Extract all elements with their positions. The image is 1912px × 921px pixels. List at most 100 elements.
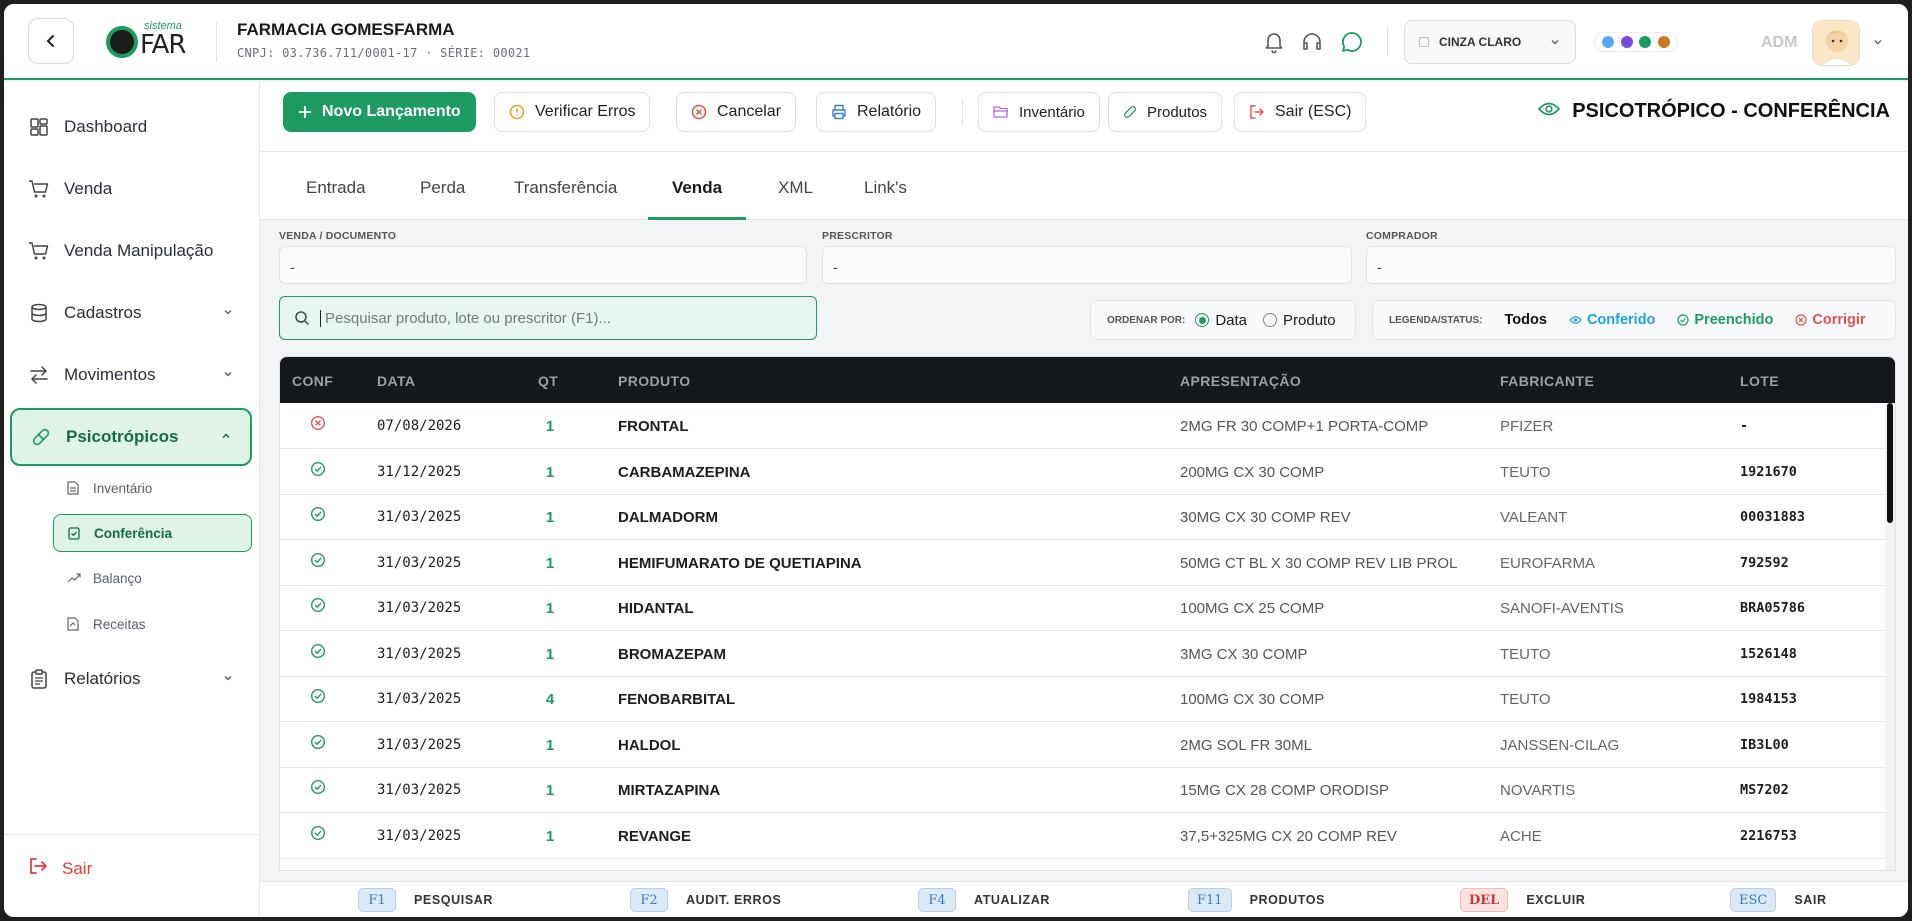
row-quantity: 1 — [545, 827, 555, 845]
new-entry-label: Novo Lançamento — [322, 103, 461, 120]
sidebar-subitem-conferencia[interactable]: Conferência — [53, 514, 252, 552]
theme-color-dot[interactable] — [1602, 36, 1615, 48]
scrollbar-thumb[interactable] — [1887, 403, 1893, 523]
table-row[interactable]: 31/12/2025 1 CARBAMAZEPINA 200MG CX 30 COMP… — [280, 449, 1886, 495]
shortcut-key: ESC — [1730, 888, 1777, 912]
row-status-icon[interactable] — [310, 643, 326, 663]
verify-errors-button[interactable]: Verificar Erros — [494, 92, 651, 132]
row-status-icon[interactable] — [310, 734, 326, 754]
row-status-icon[interactable] — [310, 825, 326, 845]
exit-button[interactable]: Sair (ESC) — [1234, 92, 1367, 132]
table-row[interactable]: 31/03/2025 1 BROMAZEPAM 3MG CX 30 COMP TEUTO… — [280, 631, 1886, 677]
legend-checked-filter[interactable]: Conferido — [1569, 312, 1655, 328]
row-product: HALDOL — [618, 736, 681, 754]
theme-select[interactable]: CINZA CLARO — [1404, 20, 1576, 64]
table-row[interactable]: 31/03/2025 1 HEMIFUMARATO DE QUETIAPINA 50M… — [280, 540, 1886, 586]
table-row[interactable]: 31/03/2025 1 MIRTAZAPINA 15MG CX 28 COMP OR… — [280, 767, 1886, 813]
shortcut-f1[interactable]: F1 PESQUISAR — [358, 888, 493, 912]
column-header-qt[interactable]: QT — [538, 373, 558, 389]
table-row[interactable]: 31/03/2025 1 DALMADORM 30MG CX 30 COMP REV V… — [280, 494, 1886, 540]
back-button[interactable] — [28, 18, 74, 64]
report-button[interactable]: Relatório — [816, 92, 937, 132]
check-circle-icon — [1677, 314, 1690, 326]
arrows-icon — [30, 366, 48, 384]
user-menu-chevron-icon[interactable] — [1872, 36, 1884, 48]
sidebar-subitem-inventario[interactable]: Inventário — [53, 470, 252, 506]
tab-links[interactable]: Link's — [864, 178, 907, 220]
column-header-data[interactable]: DATA — [377, 373, 415, 389]
order-product-radio[interactable] — [1263, 313, 1278, 327]
cancel-button[interactable]: Cancelar — [676, 92, 797, 132]
sidebar-item-psicotropicos[interactable]: Psicotrópicos — [10, 408, 252, 466]
row-status-icon[interactable] — [310, 552, 326, 572]
table-scrollbar[interactable] — [1885, 403, 1895, 870]
legend-filled-filter[interactable]: Preenchido — [1677, 312, 1773, 328]
shortcut-del[interactable]: DEL EXCLUIR — [1460, 888, 1585, 912]
sidebar-item-venda[interactable]: Venda — [10, 162, 252, 216]
row-date: 31/03/2025 — [377, 827, 462, 844]
column-header-produto[interactable]: PRODUTO — [618, 373, 691, 389]
row-date: 31/03/2025 — [377, 509, 462, 525]
legend-fix-filter[interactable]: Corrigir — [1795, 312, 1866, 328]
column-header-lote[interactable]: LOTE — [1740, 373, 1779, 389]
row-product: HIDANTAL — [618, 600, 694, 617]
chevron-down-icon — [1551, 39, 1559, 45]
row-status-icon[interactable] — [310, 461, 326, 481]
row-status-icon[interactable] — [310, 688, 326, 708]
shortcut-f2[interactable]: F2 AUDIT. ERROS — [630, 888, 781, 912]
theme-color-dot[interactable] — [1657, 36, 1670, 48]
sidebar-item-venda-manipulacao[interactable]: Venda Manipulação — [10, 224, 252, 278]
sidebar-item-cadastros[interactable]: Cadastros — [10, 286, 252, 340]
shortcut-f4[interactable]: F4 ATUALIZAR — [918, 888, 1050, 912]
sidebar-subitem-balanco[interactable]: Balanço — [53, 560, 252, 596]
row-quantity: 1 — [545, 418, 555, 435]
logo-text: FAR — [140, 30, 186, 60]
row-status-icon[interactable] — [310, 779, 326, 799]
search-input[interactable] — [320, 309, 790, 327]
table-row[interactable]: 31/03/2025 4 FENOBARBITAL 100MG CX 30 COMP T… — [280, 676, 1886, 722]
shortcut-f11[interactable]: F11 PRODUTOS — [1188, 888, 1325, 912]
logout-button[interactable]: Sair — [28, 856, 92, 881]
sidebar-item-relatorios[interactable]: Relatórios — [10, 652, 252, 706]
table-row[interactable]: 31/03/2025 1 HALDOL 2MG SOL FR 30ML JANSSEN-… — [280, 722, 1886, 768]
column-header-conf[interactable]: CONF — [292, 373, 333, 389]
table-row[interactable]: 31/03/2025 1 REVANGE 37,5+325MG CX 20 COMP … — [280, 813, 1886, 859]
row-status-icon[interactable] — [310, 415, 326, 435]
shortcut-esc[interactable]: ESC SAIR — [1730, 888, 1827, 912]
new-entry-button[interactable]: Novo Lançamento — [283, 92, 476, 132]
row-status-icon[interactable] — [310, 506, 326, 526]
printer-icon — [832, 104, 846, 120]
tab-transferencia[interactable]: Transferência — [514, 178, 617, 220]
avatar[interactable] — [1812, 20, 1860, 66]
table-row[interactable]: 07/08/2026 1 FRONTAL 2MG FR 30 COMP+1 PORTA… — [280, 403, 1886, 449]
buyer-field: - — [1366, 246, 1896, 284]
column-header-fabricante[interactable]: FABRICANTE — [1500, 373, 1594, 389]
sidebar-item-movimentos[interactable]: Movimentos — [10, 348, 252, 402]
tab-entrada[interactable]: Entrada — [306, 178, 366, 220]
tab-perda[interactable]: Perda — [420, 178, 465, 220]
chat-icon[interactable] — [1340, 30, 1364, 54]
alert-circle-icon — [509, 104, 525, 120]
cart-icon — [29, 242, 49, 260]
headset-icon[interactable] — [1300, 30, 1324, 54]
company-name: FARMACIA GOMESFARMA — [237, 20, 455, 39]
tab-venda[interactable]: Venda — [648, 178, 746, 220]
products-button[interactable]: Produtos — [1108, 92, 1223, 132]
plus-icon — [299, 106, 311, 118]
theme-color-dot[interactable] — [1620, 36, 1633, 48]
row-quantity: 1 — [545, 736, 555, 754]
bell-icon[interactable] — [1262, 30, 1286, 54]
sidebar-item-dashboard[interactable]: Dashboard — [10, 100, 252, 154]
products-table: CONF DATA QT PRODUTO APRESENTAÇÃO FABRIC… — [279, 356, 1896, 871]
row-status-icon[interactable] — [310, 597, 326, 617]
sidebar-subitem-receitas[interactable]: Receitas — [53, 606, 252, 642]
theme-color-dot[interactable] — [1639, 36, 1652, 48]
legend-all-filter[interactable]: Todos — [1505, 312, 1547, 328]
column-header-apresentacao[interactable]: APRESENTAÇÃO — [1180, 373, 1301, 389]
inventory-button[interactable]: Inventário — [978, 92, 1100, 132]
legend-label: LEGENDA/STATUS: — [1389, 314, 1483, 326]
tab-xml[interactable]: XML — [778, 178, 813, 220]
eye-icon — [1569, 316, 1582, 324]
table-row[interactable]: 31/03/2025 1 HIDANTAL 100MG CX 25 COMP SANOF… — [280, 585, 1886, 631]
order-date-radio[interactable] — [1195, 313, 1210, 327]
